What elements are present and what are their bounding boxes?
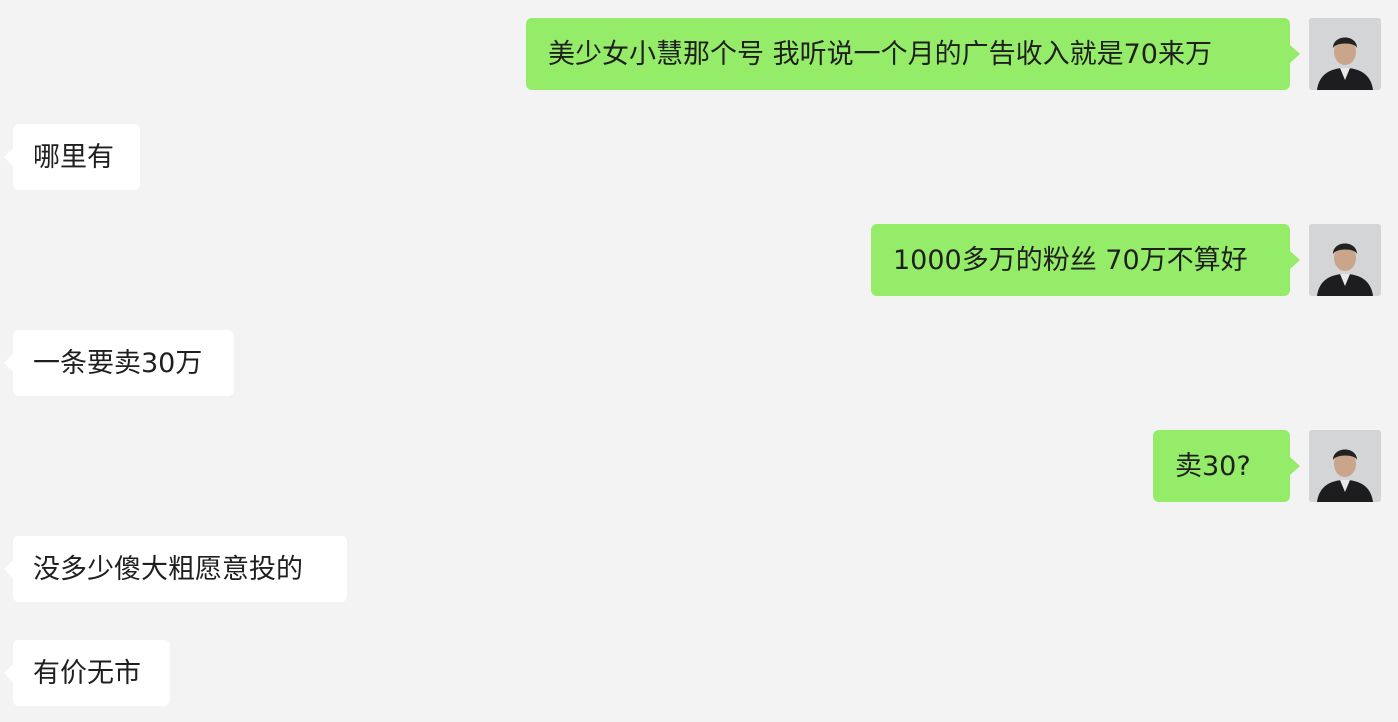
incoming-message-bubble[interactable]: 有价无市 <box>4 640 170 706</box>
incoming-message-bubble[interactable]: 没多少傻大粗愿意投的 <box>4 536 347 602</box>
incoming-message-bubble[interactable]: 一条要卖30万 <box>4 330 234 396</box>
message-text: 没多少傻大粗愿意投的 <box>33 553 303 585</box>
avatar[interactable] <box>1309 18 1381 90</box>
outgoing-message-bubble[interactable]: 美少女小慧那个号 我听说一个月的广告收入就是70来万 <box>526 18 1300 90</box>
message-text: 美少女小慧那个号 我听说一个月的广告收入就是70来万 <box>548 38 1212 70</box>
avatar[interactable] <box>1309 430 1381 502</box>
message-text: 卖30? <box>1175 450 1251 482</box>
message-text: 哪里有 <box>33 141 114 173</box>
message-text: 有价无市 <box>33 657 141 689</box>
person-avatar-icon <box>1309 430 1381 502</box>
person-avatar-icon <box>1309 18 1381 90</box>
person-avatar-icon <box>1309 224 1381 296</box>
avatar[interactable] <box>1309 224 1381 296</box>
message-text: 1000多万的粉丝 70万不算好 <box>893 244 1248 276</box>
incoming-message-bubble[interactable]: 哪里有 <box>4 124 140 190</box>
outgoing-message-bubble[interactable]: 卖30? <box>1153 430 1300 502</box>
message-text: 一条要卖30万 <box>33 347 203 379</box>
outgoing-message-bubble[interactable]: 1000多万的粉丝 70万不算好 <box>871 224 1300 296</box>
